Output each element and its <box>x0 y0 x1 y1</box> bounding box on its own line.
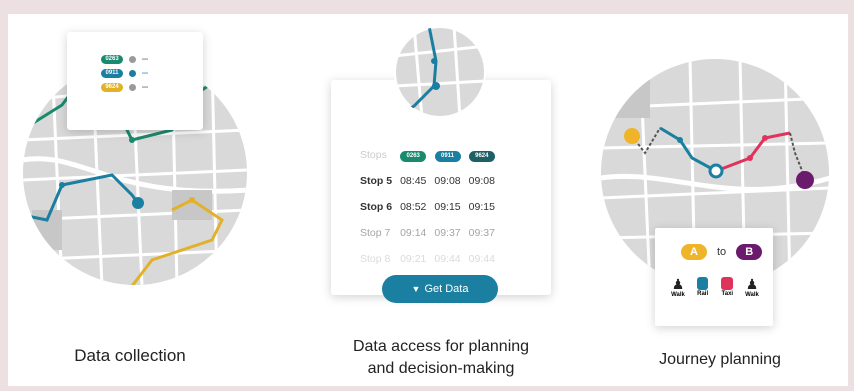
caption-journey-planning: Journey planning <box>659 351 781 368</box>
route-dot <box>129 55 136 63</box>
caption-line: and decision-making <box>367 360 515 377</box>
stop-name: Stop 7 <box>360 227 391 239</box>
route-badge: 0263 <box>400 151 427 162</box>
mode-taxi: Taxi <box>716 276 738 298</box>
departure-time: 09:08 <box>468 175 495 187</box>
departure-time: 09:08 <box>434 175 461 187</box>
route-badge: 9624 <box>101 82 123 92</box>
timetable-row: Stop 5 08:45 09:08 09:08 <box>360 168 499 194</box>
train-icon <box>697 277 709 290</box>
mode-label: Walk <box>671 292 685 298</box>
timetable-row: Stop 8 09:21 09:44 09:44 <box>360 246 499 272</box>
route-legend-text: ▬ <box>142 70 148 76</box>
departure-time: 09:44 <box>468 253 495 265</box>
departure-time: 09:37 <box>468 227 495 239</box>
route-legend-text: ▬ <box>142 56 148 62</box>
to-label: to <box>717 246 727 258</box>
route-badge: 9624 <box>468 151 495 162</box>
route-badge: 0911 <box>101 68 123 78</box>
timetable: Stops 0263 0911 9624 Stop 5 08:45 09:08 … <box>360 142 499 272</box>
departure-time: 09:44 <box>434 253 461 265</box>
get-data-button[interactable]: ▼ Get Data <box>382 275 498 303</box>
departure-time: 09:15 <box>468 201 495 213</box>
journey-card: A to B ♟ Walk Rail Taxi ♟ Walk <box>655 228 773 326</box>
timetable-header-row: Stops 0263 0911 9624 <box>360 142 499 168</box>
departure-time: 09:37 <box>434 227 461 239</box>
route-legend: 0263 ▬ 0911 ▬ 9624 ▬ <box>67 32 203 130</box>
stop-name: Stop 8 <box>360 253 391 265</box>
route-dot <box>129 83 136 91</box>
route-legend-text: ▬ <box>142 84 148 90</box>
departure-time: 08:45 <box>400 175 427 187</box>
route-dot <box>129 69 136 77</box>
stop-name: Stop 6 <box>360 201 393 213</box>
mode-label: Taxi <box>721 291 734 297</box>
route-badge: 0263 <box>101 54 123 64</box>
mode-walk: ♟ Walk <box>741 276 763 298</box>
timetable-header-label: Stops <box>360 149 387 161</box>
mode-label: Rail <box>697 291 709 297</box>
destination-badge[interactable]: B <box>736 244 763 260</box>
departure-time: 09:21 <box>400 253 427 265</box>
origin-badge[interactable]: A <box>681 244 707 260</box>
legend-row-route-0911[interactable]: 0911 ▬ <box>101 66 148 80</box>
walk-icon: ♟ <box>671 276 685 292</box>
departure-time: 09:14 <box>400 227 427 239</box>
journey-modes: ♟ Walk Rail Taxi ♟ Walk <box>667 276 763 298</box>
caption-data-access: Data access for planning and decision-ma… <box>330 336 552 380</box>
legend-row-route-0263[interactable]: 0263 ▬ <box>101 52 148 66</box>
timetable-row: Stop 7 09:14 09:37 09:37 <box>360 220 499 246</box>
taxi-icon <box>721 277 734 290</box>
legend-row-route-9624[interactable]: 9624 ▬ <box>101 80 148 94</box>
caption-line: Data access for planning <box>352 338 530 355</box>
mode-rail: Rail <box>692 276 714 298</box>
route-badge: 0911 <box>434 151 461 162</box>
departure-time: 08:52 <box>400 201 427 213</box>
mode-walk: ♟ Walk <box>667 276 689 298</box>
download-icon: ▼ <box>411 284 421 294</box>
access-map-circle <box>394 26 486 118</box>
stop-name: Stop 5 <box>360 175 393 187</box>
caption-data-collection: Data collection <box>74 346 186 365</box>
departure-time: 09:15 <box>434 201 461 213</box>
walk-icon: ♟ <box>745 276 759 292</box>
mode-label: Walk <box>745 292 759 298</box>
timetable-row: Stop 6 08:52 09:15 09:15 <box>360 194 499 220</box>
journey-endpoints: A to B <box>681 244 763 260</box>
get-data-label: Get Data <box>424 283 469 295</box>
